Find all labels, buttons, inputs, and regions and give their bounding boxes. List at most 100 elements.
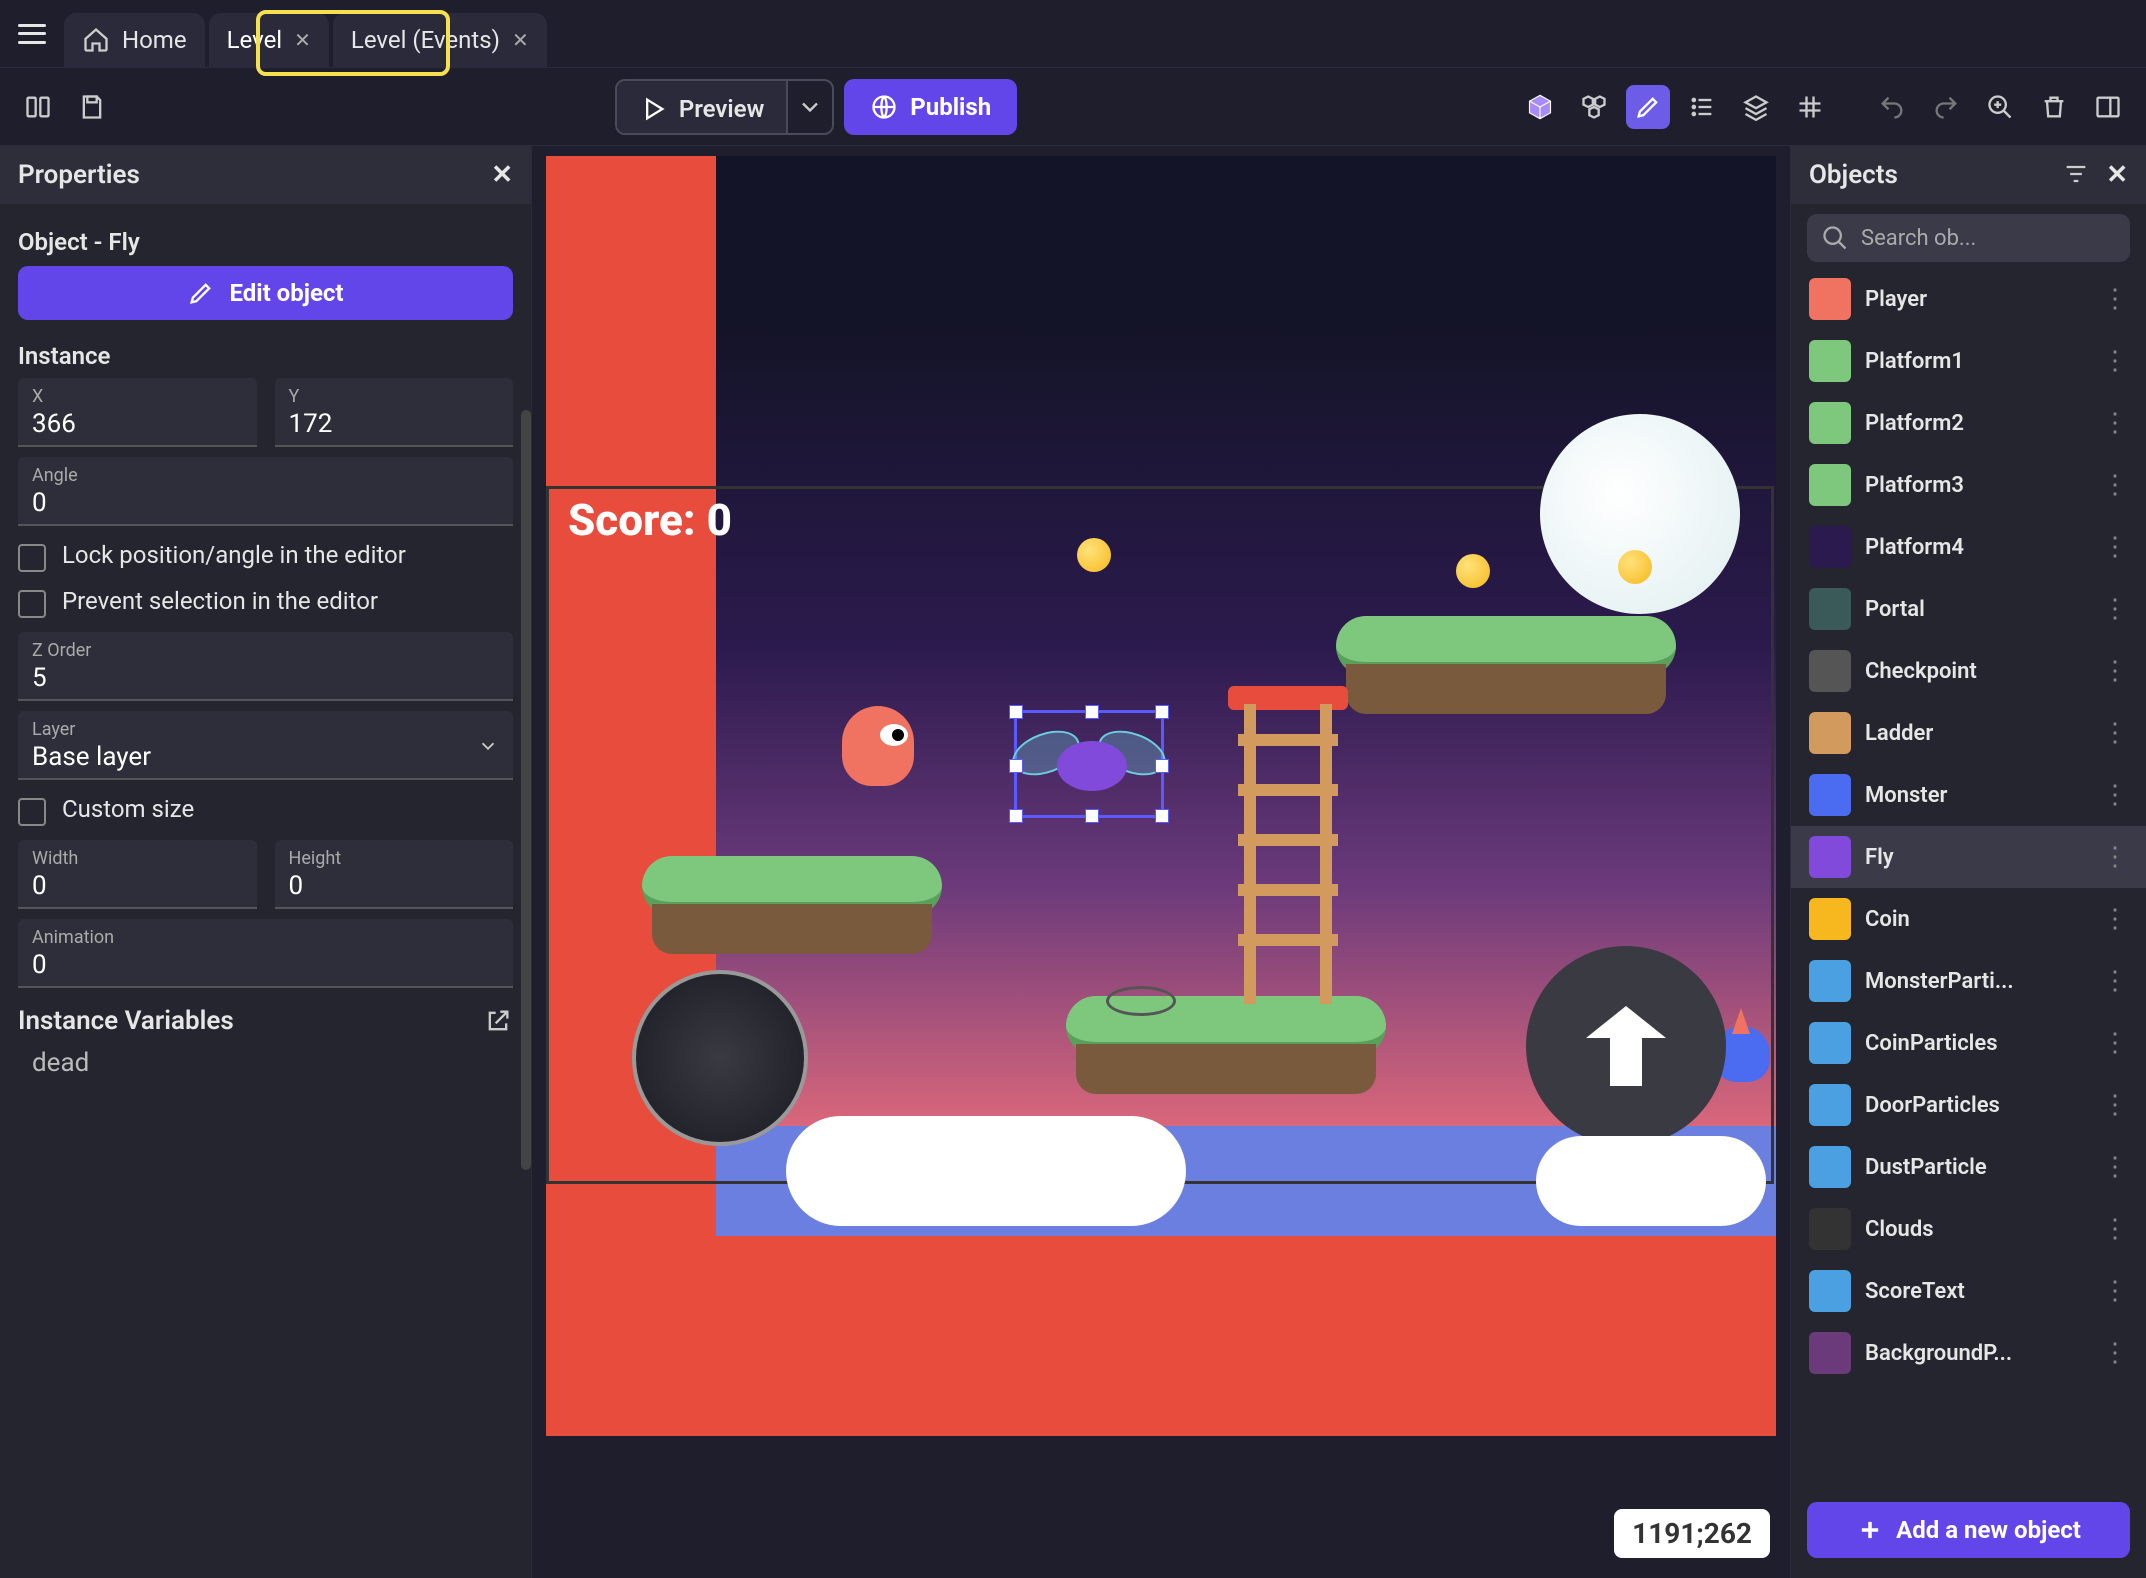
more-icon[interactable]: ⋮: [2102, 1090, 2128, 1120]
object-name: Platform3: [1865, 473, 2088, 498]
lock-checkbox[interactable]: [18, 544, 46, 572]
dead-variable[interactable]: dead: [18, 1036, 513, 1090]
object-item-fly[interactable]: Fly⋮: [1791, 826, 2146, 888]
object-item-scoretext[interactable]: ScoreText⋮: [1791, 1260, 2146, 1322]
more-icon[interactable]: ⋮: [2102, 842, 2128, 872]
joystick[interactable]: [632, 970, 808, 1146]
platform[interactable]: [1336, 616, 1676, 676]
coin[interactable]: [1077, 538, 1111, 572]
zoom-in-icon[interactable]: [1978, 85, 2022, 129]
fly-instance[interactable]: [1057, 741, 1127, 791]
more-icon[interactable]: ⋮: [2102, 284, 2128, 314]
object-item-ladder[interactable]: Ladder⋮: [1791, 702, 2146, 764]
angle-field[interactable]: Angle 0: [18, 457, 513, 526]
height-field[interactable]: Height 0: [275, 840, 514, 909]
open-external-icon[interactable]: [483, 1007, 513, 1035]
preview-dropdown[interactable]: [786, 81, 832, 133]
object-item-coin[interactable]: Coin⋮: [1791, 888, 2146, 950]
redo-icon[interactable]: [1924, 85, 1968, 129]
add-object-button[interactable]: Add a new object: [1807, 1502, 2130, 1558]
more-icon[interactable]: ⋮: [2102, 470, 2128, 500]
more-icon[interactable]: ⋮: [2102, 1276, 2128, 1306]
object-item-coinparticles[interactable]: CoinParticles⋮: [1791, 1012, 2146, 1074]
layers-icon[interactable]: [1734, 85, 1778, 129]
x-field[interactable]: X 366: [18, 378, 257, 447]
coin[interactable]: [1456, 554, 1490, 588]
close-icon[interactable]: ✕: [512, 28, 529, 52]
edit-icon[interactable]: [1626, 85, 1670, 129]
zorder-field[interactable]: Z Order 5: [18, 632, 513, 701]
object-item-checkpoint[interactable]: Checkpoint⋮: [1791, 640, 2146, 702]
panel-right-icon[interactable]: [2086, 85, 2130, 129]
close-icon[interactable]: ✕: [2106, 160, 2128, 190]
zorder-value: 5: [32, 663, 499, 693]
y-value: 172: [289, 409, 500, 439]
coin[interactable]: [1618, 550, 1652, 584]
close-icon[interactable]: ✕: [294, 28, 311, 52]
edit-object-button[interactable]: Edit object: [18, 266, 513, 320]
clouds: [1536, 1136, 1766, 1226]
more-icon[interactable]: ⋮: [2102, 1028, 2128, 1058]
grid-icon[interactable]: [1788, 85, 1832, 129]
object-item-monsterparti-[interactable]: MonsterParti...⋮: [1791, 950, 2146, 1012]
fly-selection[interactable]: [1014, 710, 1164, 818]
publish-button[interactable]: Publish: [844, 79, 1017, 135]
panel-left-icon[interactable]: [16, 85, 60, 129]
object-item-dustparticle[interactable]: DustParticle⋮: [1791, 1136, 2146, 1198]
more-icon[interactable]: ⋮: [2102, 780, 2128, 810]
object-item-doorparticles[interactable]: DoorParticles⋮: [1791, 1074, 2146, 1136]
scene-canvas[interactable]: Score: 0: [532, 146, 1790, 1578]
cube-icon[interactable]: [1518, 85, 1562, 129]
object-item-platform1[interactable]: Platform1⋮: [1791, 330, 2146, 392]
object-item-platform4[interactable]: Platform4⋮: [1791, 516, 2146, 578]
width-field[interactable]: Width 0: [18, 840, 257, 909]
more-icon[interactable]: ⋮: [2102, 1214, 2128, 1244]
more-icon[interactable]: ⋮: [2102, 904, 2128, 934]
object-item-player[interactable]: Player⋮: [1791, 268, 2146, 330]
more-icon[interactable]: ⋮: [2102, 346, 2128, 376]
more-icon[interactable]: ⋮: [2102, 532, 2128, 562]
object-item-platform2[interactable]: Platform2⋮: [1791, 392, 2146, 454]
save-icon[interactable]: [70, 85, 114, 129]
lock-label: Lock position/angle in the editor: [62, 540, 406, 571]
layer-field[interactable]: Layer Base layer: [18, 711, 513, 780]
trash-icon[interactable]: [2032, 85, 2076, 129]
preview-button[interactable]: Preview: [617, 81, 786, 135]
undo-icon[interactable]: [1870, 85, 1914, 129]
object-item-backgroundp-[interactable]: BackgroundP...⋮: [1791, 1322, 2146, 1384]
filter-icon[interactable]: [2062, 160, 2090, 188]
y-field[interactable]: Y 172: [275, 378, 514, 447]
angle-value: 0: [32, 488, 499, 518]
search-input[interactable]: Search ob...: [1807, 214, 2130, 262]
pencil-icon: [187, 279, 215, 307]
custom-size-checkbox[interactable]: [18, 798, 46, 826]
more-icon[interactable]: ⋮: [2102, 966, 2128, 996]
object-item-clouds[interactable]: Clouds⋮: [1791, 1198, 2146, 1260]
object-item-platform3[interactable]: Platform3 ⋮: [1791, 454, 2146, 516]
cubes-icon[interactable]: [1572, 85, 1616, 129]
scene-viewport[interactable]: Score: 0: [546, 156, 1776, 1436]
menu-button[interactable]: [10, 12, 54, 56]
more-icon[interactable]: ⋮: [2102, 408, 2128, 438]
ladder-instance[interactable]: [1238, 704, 1338, 1004]
player-instance[interactable]: [842, 706, 914, 786]
tab-level[interactable]: Level ✕: [209, 13, 329, 67]
more-icon[interactable]: ⋮: [2102, 1338, 2128, 1368]
checkpoint-instance[interactable]: [1106, 986, 1176, 1016]
prevent-checkbox[interactable]: [18, 590, 46, 618]
object-thumb: [1809, 278, 1851, 320]
platform[interactable]: [642, 856, 942, 916]
tab-level-events[interactable]: Level (Events) ✕: [333, 13, 547, 67]
close-icon[interactable]: ✕: [491, 160, 513, 190]
object-item-portal[interactable]: Portal⋮: [1791, 578, 2146, 640]
scrollbar[interactable]: [521, 410, 531, 1170]
more-icon[interactable]: ⋮: [2102, 656, 2128, 686]
more-icon[interactable]: ⋮: [2102, 718, 2128, 748]
object-item-monster[interactable]: Monster⋮: [1791, 764, 2146, 826]
tab-home[interactable]: Home: [64, 13, 205, 67]
more-icon[interactable]: ⋮: [2102, 594, 2128, 624]
list-icon[interactable]: [1680, 85, 1724, 129]
animation-field[interactable]: Animation 0: [18, 919, 513, 988]
jump-button[interactable]: [1526, 946, 1726, 1146]
more-icon[interactable]: ⋮: [2102, 1152, 2128, 1182]
